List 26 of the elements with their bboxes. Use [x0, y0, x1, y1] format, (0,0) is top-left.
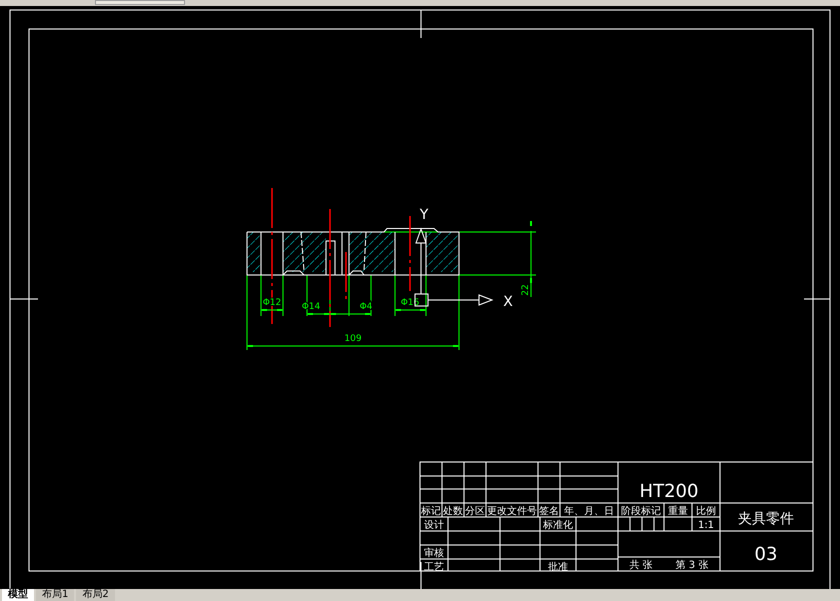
row-label: 工艺 [424, 562, 444, 573]
dimension: 22 [521, 221, 532, 298]
part-name-label: 夹具零件 [738, 511, 794, 527]
column-header: 分区 [465, 506, 485, 517]
row-label: 审核 [424, 548, 444, 559]
sheet-number-label: 第 3 张 [676, 560, 708, 571]
row-label: 标准化 [543, 520, 573, 531]
axis-label: Y [420, 207, 428, 223]
axis-label: X [503, 294, 513, 310]
column-header: 阶段标记 [621, 506, 661, 517]
sheet-count-label: 共 张 [629, 560, 653, 571]
scale-value: 1:1 [698, 520, 714, 531]
column-header: 标记 [421, 506, 441, 517]
dimension: 109 [246, 334, 460, 347]
drawing-number-label: 03 [754, 544, 778, 565]
column-header: 处数 [443, 506, 463, 517]
layout-tab[interactable]: 布局1 [36, 589, 74, 601]
column-header: 比例 [696, 506, 716, 517]
material-label: HT200 [640, 481, 698, 502]
column-header: 年、月、日 [564, 506, 614, 517]
column-header: 重量 [668, 506, 688, 517]
row-label: 设计 [424, 520, 444, 531]
column-header: 签名 [539, 506, 559, 517]
layout-tab[interactable]: 模型 [2, 589, 34, 601]
layout-tab[interactable]: 布局2 [76, 589, 115, 601]
column-header: 更改文件号 [487, 506, 537, 517]
